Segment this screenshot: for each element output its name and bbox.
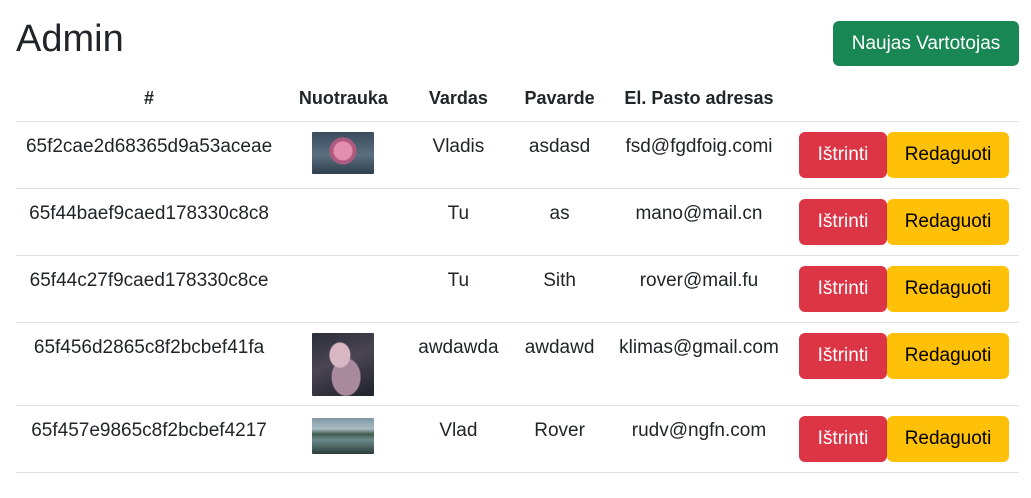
cell-photo xyxy=(282,121,405,189)
new-user-button[interactable]: Naujas Vartotojas xyxy=(833,21,1019,66)
table-row: 65f44baef9caed178330c8c8 Tu as mano@mail… xyxy=(16,188,1019,256)
cell-actions: Ištrinti Redaguoti xyxy=(791,405,1019,473)
cell-email: klimas@gmail.com xyxy=(606,322,791,406)
edit-button[interactable]: Redaguoti xyxy=(887,132,1009,178)
delete-button[interactable]: Ištrinti xyxy=(799,199,887,245)
user-photo xyxy=(312,418,375,454)
cell-vardas: Tu xyxy=(404,255,513,323)
user-photo xyxy=(312,333,375,396)
table-row: 65f456d2865c8f2bcbef41fa awdawda awdawd … xyxy=(16,322,1019,406)
page-title: Admin xyxy=(16,18,124,60)
edit-button[interactable]: Redaguoti xyxy=(887,199,1009,245)
cell-id: 65f456d2865c8f2bcbef41fa xyxy=(16,322,283,406)
cell-id: 65f2cae2d68365d9a53aceae xyxy=(16,121,283,189)
header-vardas: Vardas xyxy=(404,76,513,122)
header-id: # xyxy=(16,76,283,122)
cell-pavarde: as xyxy=(512,188,607,256)
cell-vardas: Tu xyxy=(404,188,513,256)
cell-email: rudv@ngfn.com xyxy=(606,405,791,473)
cell-photo xyxy=(282,255,405,323)
header-pavarde: Pavarde xyxy=(512,76,607,122)
cell-email: fsd@fgdfoig.comi xyxy=(606,121,791,189)
cell-pavarde: Sith xyxy=(512,255,607,323)
user-photo xyxy=(312,132,375,174)
header-actions xyxy=(791,76,1019,122)
cell-actions: Ištrinti Redaguoti xyxy=(791,322,1019,406)
cell-actions: Ištrinti Redaguoti xyxy=(791,255,1019,323)
delete-button[interactable]: Ištrinti xyxy=(799,416,887,462)
cell-email: rover@mail.fu xyxy=(606,255,791,323)
edit-button[interactable]: Redaguoti xyxy=(887,333,1009,379)
cell-vardas: Vladis xyxy=(404,121,513,189)
cell-pavarde: awdawd xyxy=(512,322,607,406)
delete-button[interactable]: Ištrinti xyxy=(799,333,887,379)
delete-button[interactable]: Ištrinti xyxy=(799,266,887,312)
header-email: El. Pasto adresas xyxy=(606,76,791,122)
table-row: 65f44c27f9caed178330c8ce Tu Sith rover@m… xyxy=(16,255,1019,323)
cell-pavarde: Rover xyxy=(512,405,607,473)
cell-photo xyxy=(282,188,405,256)
cell-photo xyxy=(282,322,405,406)
cell-id: 65f44baef9caed178330c8c8 xyxy=(16,188,283,256)
table-row: 65f2cae2d68365d9a53aceae Vladis asdasd f… xyxy=(16,121,1019,189)
cell-id: 65f457e9865c8f2bcbef4217 xyxy=(16,405,283,473)
cell-actions: Ištrinti Redaguoti xyxy=(791,188,1019,256)
cell-vardas: awdawda xyxy=(404,322,513,406)
cell-vardas: Vlad xyxy=(404,405,513,473)
cell-email: mano@mail.cn xyxy=(606,188,791,256)
cell-photo xyxy=(282,405,405,473)
table-row: 65f457e9865c8f2bcbef4217 Vlad Rover rudv… xyxy=(16,405,1019,473)
cell-actions: Ištrinti Redaguoti xyxy=(791,121,1019,189)
edit-button[interactable]: Redaguoti xyxy=(887,416,1009,462)
delete-button[interactable]: Ištrinti xyxy=(799,132,887,178)
cell-id: 65f44c27f9caed178330c8ce xyxy=(16,255,283,323)
users-table: # Nuotrauka Vardas Pavarde El. Pasto adr… xyxy=(16,76,1019,473)
header-photo: Nuotrauka xyxy=(282,76,405,122)
table-header-row: # Nuotrauka Vardas Pavarde El. Pasto adr… xyxy=(16,76,1019,122)
edit-button[interactable]: Redaguoti xyxy=(887,266,1009,312)
cell-pavarde: asdasd xyxy=(512,121,607,189)
